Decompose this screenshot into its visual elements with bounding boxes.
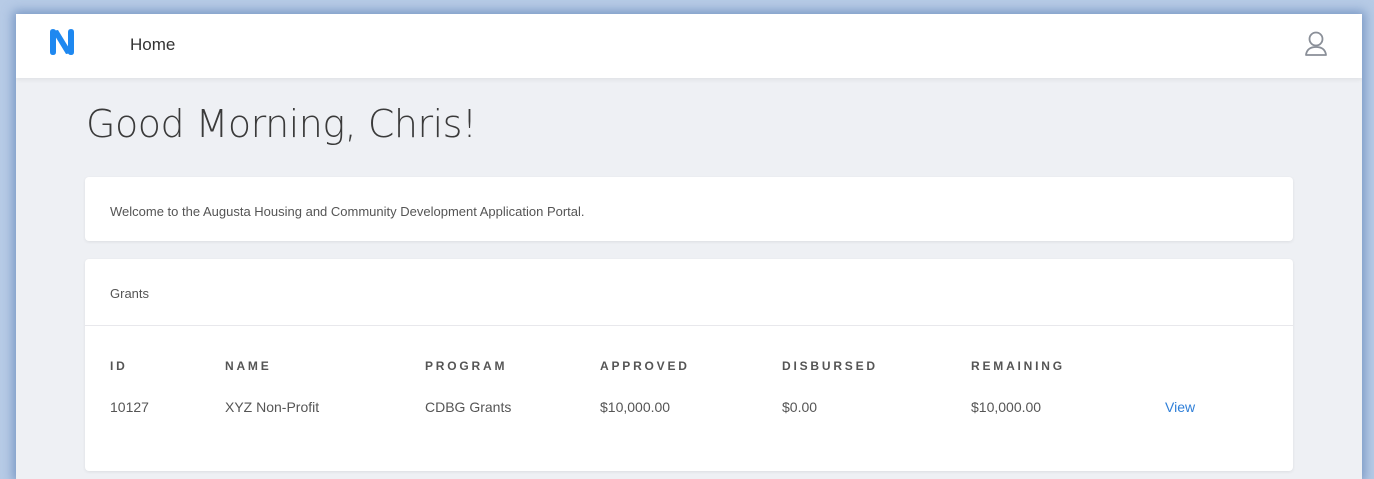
- column-header-disbursed: DISBURSED: [782, 359, 878, 373]
- grant-remaining-cell: $10,000.00: [971, 399, 1042, 415]
- column-header-id: ID: [110, 359, 128, 373]
- column-header-name: NAME: [225, 359, 272, 373]
- top-navigation-bar: Home: [16, 14, 1362, 78]
- column-header-approved: APPROVED: [600, 359, 690, 373]
- page-greeting: Good Morning, Chris!: [86, 102, 477, 146]
- grant-name-cell: XYZ Non-Profit: [225, 399, 320, 415]
- column-header-program: PROGRAM: [425, 359, 508, 373]
- grant-approved-cell: $10,000.00: [600, 399, 671, 415]
- user-icon[interactable]: [1300, 28, 1332, 60]
- n-logo-icon[interactable]: [46, 26, 78, 58]
- grants-card-title: Grants: [110, 286, 150, 301]
- grants-card: Grants ID NAME PROGRAM APPROVED DISBURSE…: [85, 259, 1293, 471]
- grant-program-cell: CDBG Grants: [425, 399, 512, 415]
- nav-home-link[interactable]: Home: [130, 35, 175, 55]
- column-header-remaining: REMAINING: [971, 359, 1065, 373]
- welcome-card: Welcome to the Augusta Housing and Commu…: [85, 177, 1293, 241]
- welcome-message: Welcome to the Augusta Housing and Commu…: [110, 204, 585, 219]
- grants-divider: [85, 325, 1293, 326]
- grant-id-cell: 10127: [110, 399, 149, 415]
- app-window: Home Good Morning, Chris! Welcome to the…: [16, 14, 1362, 479]
- view-grant-link[interactable]: View: [1165, 399, 1195, 415]
- grant-disbursed-cell: $0.00: [782, 399, 818, 415]
